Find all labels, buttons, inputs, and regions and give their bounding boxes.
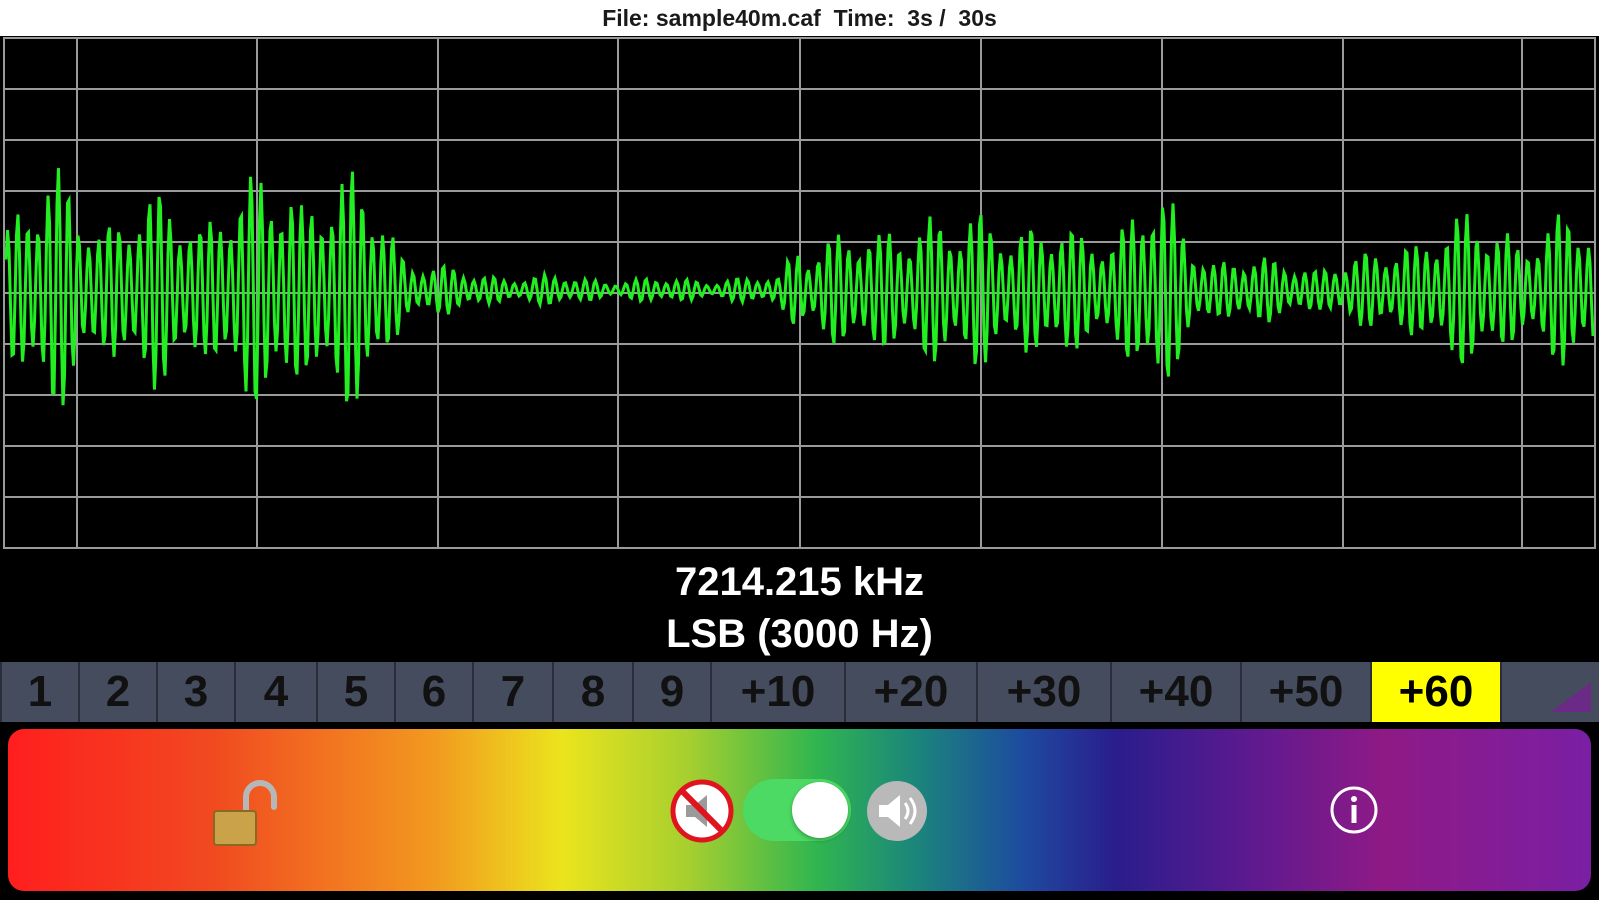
step-button-11[interactable]: +30: [976, 662, 1110, 722]
control-panel: [8, 729, 1591, 891]
mode-bandwidth: LSB (3000 Hz): [666, 612, 933, 656]
step-button-2[interactable]: 3: [156, 662, 234, 722]
step-button-0[interactable]: 1: [0, 662, 78, 722]
unlocked-padlock-icon[interactable]: [208, 777, 278, 849]
mute-disabled-icon[interactable]: [670, 779, 734, 843]
status-spacer: [821, 5, 834, 32]
file-name-label: File: sample40m.caf: [602, 4, 821, 31]
step-button-1[interactable]: 2: [78, 662, 156, 722]
frequency-value: 7214.215 kHz: [674, 560, 925, 604]
frequency-readout: 7214.215 kHz LSB (3000 Hz): [0, 556, 1599, 660]
step-button-7[interactable]: 8: [552, 662, 632, 722]
step-button-10[interactable]: +20: [844, 662, 976, 722]
step-button-3[interactable]: 4: [234, 662, 316, 722]
step-button-13[interactable]: +50: [1240, 662, 1370, 722]
corner-triangle-icon: [1551, 682, 1591, 712]
audio-toggle[interactable]: [743, 779, 851, 841]
step-button-14[interactable]: +60: [1370, 662, 1500, 722]
waveform-svg: [3, 37, 1596, 549]
step-button-9[interactable]: +10: [710, 662, 844, 722]
step-button-6[interactable]: 7: [472, 662, 552, 722]
info-icon[interactable]: [1328, 784, 1380, 836]
waveform-scope: [0, 36, 1599, 552]
toggle-knob: [792, 782, 848, 838]
step-button-4[interactable]: 5: [316, 662, 394, 722]
step-button-12[interactable]: +40: [1110, 662, 1240, 722]
step-button-8[interactable]: 9: [632, 662, 710, 722]
playback-time-label: Time: 3s / 30s: [833, 4, 997, 31]
step-menu-button[interactable]: [1500, 662, 1599, 722]
status-bar: File: sample40m.caf Time: 3s / 30s: [0, 0, 1599, 36]
speaker-icon[interactable]: [865, 779, 929, 843]
tuning-step-bar: 1 2 3 4 5 6 7 8 9 +10 +20 +30 +40 +50 +60: [0, 662, 1599, 722]
step-button-5[interactable]: 6: [394, 662, 472, 722]
